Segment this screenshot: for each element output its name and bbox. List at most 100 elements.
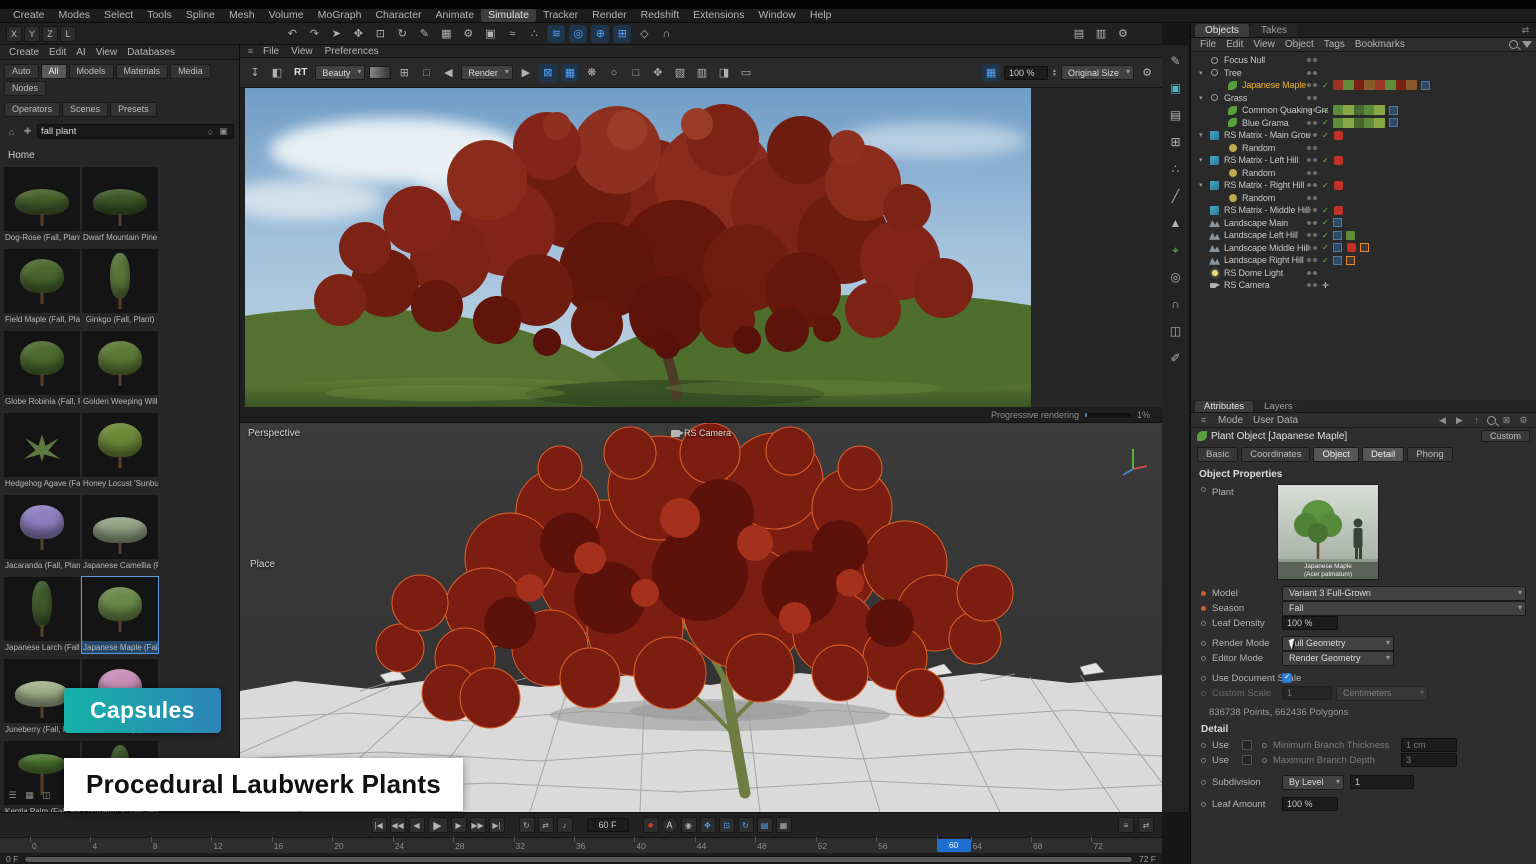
object-row[interactable]: ▾ RS Matrix - Left Hill ✓ ✛ (1191, 154, 1536, 167)
menu-item[interactable]: Render (585, 9, 633, 22)
settings-icon[interactable]: ⚙ (1517, 414, 1530, 427)
snap-icon[interactable]: ⊕ (591, 25, 609, 43)
render-visibility-dot[interactable] (1313, 258, 1317, 262)
editor-visibility-dot[interactable] (1307, 83, 1311, 87)
param-dot[interactable] (1201, 743, 1206, 748)
render-visibility-dot[interactable] (1313, 271, 1317, 275)
enabled-check-icon[interactable]: ✓ (1322, 118, 1329, 127)
asset-filter-button[interactable]: Models (69, 64, 114, 79)
play-sound-button[interactable]: ♪ (557, 817, 573, 833)
render-visibility-dot[interactable] (1313, 221, 1317, 225)
tag-chip[interactable] (1389, 118, 1398, 127)
asset-item[interactable]: Dog-Rose (Fall, Plant) (4, 167, 80, 243)
redshift-tag-chip[interactable] (1347, 243, 1356, 252)
tag-chip[interactable] (1333, 218, 1342, 227)
timeline-tick[interactable]: 20 (332, 841, 392, 851)
timeline-tick[interactable]: 48 (755, 841, 815, 851)
filter-icon[interactable] (1522, 41, 1532, 48)
render-visibility-dot[interactable] (1313, 233, 1317, 237)
editor-visibility-dot[interactable] (1307, 171, 1311, 175)
render-view-menu-item[interactable]: File (257, 45, 285, 58)
rotate-tool-icon[interactable]: ↻ (393, 25, 411, 43)
editor-visibility-dot[interactable] (1307, 108, 1311, 112)
ping-pong-button[interactable]: ⇄ (538, 817, 554, 833)
renderer-dropdown[interactable]: Beauty (315, 65, 365, 80)
enabled-check-icon[interactable]: ✓ (1322, 131, 1329, 140)
editor-visibility-dot[interactable] (1307, 71, 1311, 75)
timeline-options-icon[interactable]: ≡ (1118, 817, 1134, 833)
menu-item[interactable]: Mesh (222, 9, 262, 22)
rt-toggle[interactable]: RT (290, 67, 311, 78)
leaf-density-field[interactable]: 100 % (1282, 616, 1338, 630)
attribute-page-tab[interactable]: Basic (1197, 447, 1238, 462)
material-tag-chip[interactable] (1346, 231, 1355, 240)
place-tool-label[interactable]: Place (250, 559, 275, 570)
object-row[interactable]: ▾ Landscape Middle Hill ✓ ✛ (1191, 242, 1536, 255)
timeline-tick[interactable]: 8 (151, 841, 211, 851)
object-menu-item[interactable]: Edit (1221, 38, 1248, 51)
rendered-image[interactable] (245, 88, 1031, 407)
selected-tag-chip[interactable] (1360, 243, 1369, 252)
timeline-tick[interactable]: 12 (211, 841, 271, 851)
object-menu-item[interactable]: Tags (1319, 38, 1350, 51)
axis-lock-button[interactable]: Z (42, 26, 58, 42)
move-tool-icon[interactable]: ✥ (349, 25, 367, 43)
render-view-menu-item[interactable]: Preferences (319, 45, 385, 58)
viewport-solo-icon[interactable]: ◎ (1166, 267, 1186, 287)
fit-image-icon[interactable]: ⊞ (395, 64, 413, 82)
attribute-page-tab[interactable]: Object (1313, 447, 1358, 462)
render-visibility-dot[interactable] (1313, 146, 1317, 150)
editor-visibility-dot[interactable] (1307, 183, 1311, 187)
render-settings-icon[interactable]: ⚙ (459, 25, 477, 43)
object-row[interactable]: ▾ RS Camera ✓ ✛ (1191, 279, 1536, 292)
menu-item[interactable]: Help (803, 9, 839, 22)
render-view-settings-icon[interactable]: ⚙ (1138, 64, 1156, 82)
asset-menu-item[interactable]: Create (4, 46, 44, 59)
asset-filter-button[interactable]: Materials (116, 64, 169, 79)
object-row[interactable]: ▾ Japanese Maple ✓ ✛ (1191, 79, 1536, 92)
asset-filter-button[interactable]: Nodes (4, 81, 46, 96)
timeline-tick[interactable]: 36 (574, 841, 634, 851)
editor-visibility-dot[interactable] (1307, 208, 1311, 212)
editor-visibility-dot[interactable] (1307, 96, 1311, 100)
prev-key-button[interactable]: ◀◀ (390, 817, 406, 833)
object-row[interactable]: ▾ Focus Null ✓ ✛ (1191, 54, 1536, 67)
menu-item[interactable]: Tracker (536, 9, 585, 22)
render-visibility-dot[interactable] (1313, 83, 1317, 87)
simulation-icon[interactable]: ≋ (547, 25, 565, 43)
object-row[interactable]: ▾ Landscape Left Hill ✓ ✛ (1191, 229, 1536, 242)
use-document-scale-checkbox[interactable] (1282, 673, 1292, 683)
panel-menu-icon[interactable]: ≡ (1197, 414, 1210, 427)
workplane-mode-icon[interactable]: ⊞ (1166, 132, 1186, 152)
primitive-cube-icon[interactable]: ▣ (481, 25, 499, 43)
scale-tool-icon[interactable]: ⊡ (371, 25, 389, 43)
editor-visibility-dot[interactable] (1307, 146, 1311, 150)
object-menu-item[interactable]: Bookmarks (1350, 38, 1410, 51)
asset-item[interactable]: Japanese Camellia (Fal... (82, 495, 158, 571)
plant-preview[interactable]: Japanese Maple (Acer palmatum) (1277, 484, 1379, 580)
material-tag-strip[interactable] (1333, 80, 1417, 90)
camera-target-icon[interactable]: ✛ (1322, 281, 1329, 290)
redshift-tag-chip[interactable] (1334, 181, 1343, 190)
search-input[interactable] (41, 126, 204, 137)
timeline-tick[interactable]: 28 (453, 841, 513, 851)
redshift-tag-chip[interactable] (1334, 131, 1343, 140)
timeline-tick[interactable]: 40 (634, 841, 694, 851)
asset-filter-button[interactable]: All (41, 64, 67, 79)
menu-item[interactable]: Volume (262, 9, 311, 22)
render-visibility-dot[interactable] (1313, 196, 1317, 200)
timeline-tick[interactable]: 24 (393, 841, 453, 851)
object-row[interactable]: ▾ Blue Grama ✓ ✛ (1191, 117, 1536, 130)
size-dropdown[interactable]: Original Size (1061, 65, 1134, 80)
redshift-tag-chip[interactable] (1334, 206, 1343, 215)
timeline-tick[interactable]: 72 (1091, 841, 1151, 851)
snapping-icon[interactable]: ∩ (1166, 294, 1186, 314)
panel-tab[interactable]: Takes (1251, 24, 1297, 37)
scrollbar-handle[interactable] (25, 857, 1132, 862)
pan-view-icon[interactable]: ✥ (649, 64, 667, 82)
frame-all-icon[interactable]: ⇄ (1138, 817, 1154, 833)
expander-icon[interactable]: ▾ (1199, 156, 1208, 164)
object-row[interactable]: ▾ Random ✓ ✛ (1191, 192, 1536, 205)
editor-visibility-dot[interactable] (1307, 133, 1311, 137)
timeline-tick[interactable]: 52 (816, 841, 876, 851)
